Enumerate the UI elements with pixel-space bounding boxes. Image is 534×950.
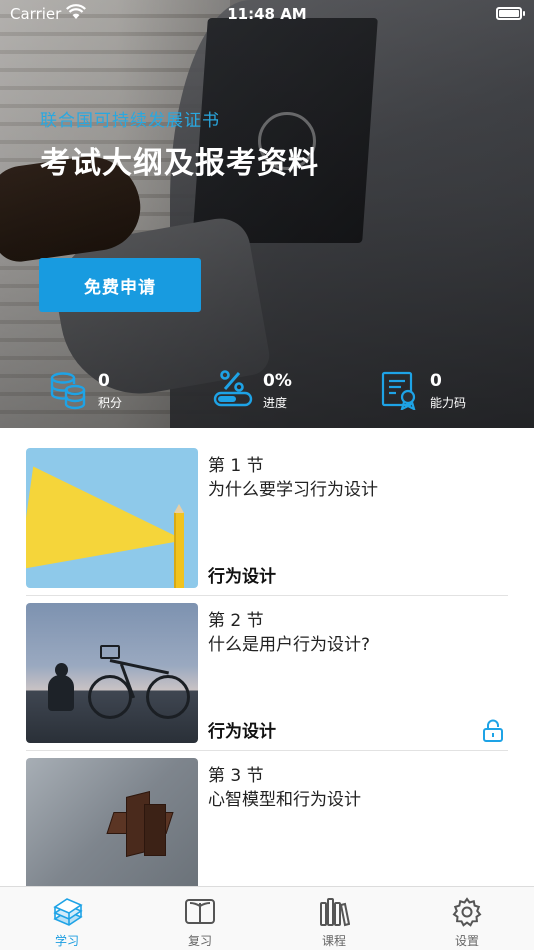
tab-settings[interactable]: 设置 [417,887,517,950]
thumbnail-pencil [174,512,184,588]
ability-code-value: 0 [430,371,442,391]
book-stack-icon [53,898,83,926]
certificate-icon [381,371,416,410]
lesson-item-3[interactable]: 第 3 节 心智模型和行为设计 [26,738,508,886]
lesson-thumbnail-bicycle [26,603,198,743]
tab-review[interactable]: 复习 [150,887,250,950]
thumbnail-bike-basket [100,645,120,659]
hero-title: 考试大纲及报考资料 [40,146,319,181]
hero-subtitle: 联合国可持续发展证书 [40,111,220,131]
tab-settings-label: 设置 [454,934,479,948]
lesson-thumbnail-puzzle [26,758,198,886]
library-icon [320,898,350,927]
lesson-item-2[interactable]: 第 2 节 什么是用户行为设计? 行为设计 [26,583,508,743]
lesson-number: 第 1 节 [208,456,264,476]
tab-study-label: 学习 [54,934,79,948]
battery-icon [496,7,522,20]
thumbnail-yellow-beam [26,466,192,588]
thumbnail-bike-frame [109,659,170,675]
lesson-number: 第 3 节 [208,766,264,786]
tab-course[interactable]: 课程 [284,887,384,950]
points-label: 积分 [98,396,123,410]
lesson-title: 为什么要学习行为设计 [208,480,378,500]
free-apply-button[interactable]: 免费申请 [39,258,201,312]
tab-study[interactable]: 学习 [17,887,117,950]
lesson-thumbnail-pencil [26,448,198,588]
progress-toggle-icon [213,370,253,407]
hero-overlay [0,0,534,428]
progress-label: 进度 [263,396,288,410]
thumbnail-person [48,675,74,711]
points-value: 0 [98,371,110,391]
stat-ability-code[interactable]: 0 能力码 [380,370,500,414]
stat-points[interactable]: 0 积分 [48,370,158,414]
tab-review-label: 复习 [187,934,212,948]
stat-progress[interactable]: 0% 进度 [213,370,323,414]
open-book-icon [185,899,215,924]
lesson-title: 心智模型和行为设计 [208,790,361,810]
gear-icon [452,897,482,927]
lesson-list: 第 1 节 为什么要学习行为设计 行为设计 第 2 节 什么是用户行为设计? 行… [0,428,534,886]
lesson-number: 第 2 节 [208,611,264,631]
progress-value: 0% [263,371,292,391]
ability-code-label: 能力码 [430,396,467,410]
lesson-item-1[interactable]: 第 1 节 为什么要学习行为设计 行为设计 [26,428,508,588]
status-bar: Carrier 11:48 AM [0,0,534,30]
battery-tip [523,11,525,16]
lesson-title: 什么是用户行为设计? [208,635,371,655]
clock: 11:48 AM [227,5,307,23]
tab-bar: 学习 复习 课程 设置 [0,886,534,950]
hero-banner [0,0,534,428]
thumbnail-pencil-tip [174,504,184,513]
thumbnail-wheel-rear [146,675,190,719]
thumbnail-puzzle-block [144,804,166,856]
tab-course-label: 课程 [321,934,346,948]
coins-stack-icon [50,372,86,410]
